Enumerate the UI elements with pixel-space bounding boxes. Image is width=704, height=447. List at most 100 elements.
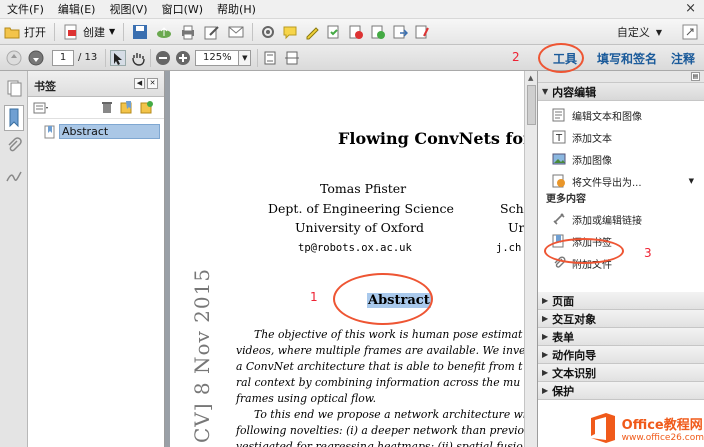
scrollbar-thumb[interactable] <box>527 85 536 125</box>
arrow-up-icon[interactable] <box>6 50 22 66</box>
section-label: 动作向导 <box>552 348 597 362</box>
add-text-icon: T <box>552 130 566 144</box>
author-university: University of Oxford <box>295 220 425 235</box>
abstract-line: following novelties: (i) a deeper networ… <box>236 424 530 437</box>
close-icon[interactable]: × <box>685 1 696 16</box>
paperclip-icon[interactable] <box>5 137 23 155</box>
tool-export-file[interactable]: 将文件导出为... ▼ <box>538 170 704 192</box>
print-icon[interactable] <box>180 24 196 40</box>
menu-view[interactable]: 视图(V) <box>102 0 154 19</box>
hand-icon[interactable] <box>130 50 146 66</box>
rotate-page-icon[interactable] <box>414 24 430 40</box>
menu-help[interactable]: 帮助(H) <box>210 0 263 19</box>
section-forms[interactable]: ▶ 表单 <box>538 328 704 346</box>
section-label: 保护 <box>552 384 575 398</box>
section-interactive-objects[interactable]: ▶ 交互对象 <box>538 310 704 328</box>
tab-fill-sign[interactable]: 填写和签名 <box>590 50 664 67</box>
zoom-in-icon[interactable] <box>175 50 191 66</box>
email-icon[interactable] <box>228 24 244 40</box>
delete-icon[interactable] <box>100 100 116 116</box>
stamp-icon[interactable] <box>326 24 342 40</box>
highlight-oval-abstract <box>333 273 433 325</box>
edit-icon[interactable] <box>204 24 220 40</box>
menu-window[interactable]: 窗口(W) <box>155 0 210 19</box>
collapsed-arrow-icon: ▶ <box>542 296 549 305</box>
bookmarks-header: 书签 ◀ ✕ <box>28 71 164 97</box>
section-text-recognition[interactable]: ▶ 文本识别 <box>538 364 704 382</box>
new-bookmark-icon[interactable] <box>120 100 136 116</box>
highlight-icon[interactable] <box>304 24 320 40</box>
page-thumbnails-icon[interactable] <box>5 79 23 97</box>
create-button[interactable]: 创建 ▼ <box>59 21 119 43</box>
second-author-email: j.ch <box>496 242 522 254</box>
tool-add-edit-link[interactable]: 添加或编辑链接 <box>538 208 704 230</box>
bookmark-label: Abstract <box>59 124 160 139</box>
select-cursor-icon[interactable] <box>110 49 127 66</box>
panel-controls: ◀ ✕ <box>134 78 158 89</box>
annotation-number-1: 1 <box>310 290 318 304</box>
close-panel-icon[interactable]: ✕ <box>147 78 158 89</box>
page-total: / 13 <box>78 52 98 63</box>
section-protection[interactable]: ▶ 保护 <box>538 382 704 400</box>
zoom-input[interactable]: 125% <box>195 49 240 66</box>
toolbar-divider <box>252 22 254 41</box>
chevron-down-icon: ▼ <box>109 27 116 36</box>
zoom-out-icon[interactable] <box>155 50 171 66</box>
abstract-line: To this end we propose a network archite… <box>254 408 527 421</box>
signature-icon[interactable] <box>5 167 23 185</box>
cloud-upload-icon[interactable] <box>156 24 172 40</box>
section-pages[interactable]: ▶ 页面 <box>538 292 704 310</box>
customize-menu[interactable]: 自定义 <box>617 24 650 40</box>
page-number-input[interactable]: 1 <box>52 49 74 66</box>
tool-add-text[interactable]: T 添加文本 <box>538 126 704 148</box>
second-author-line-2: Ur <box>508 220 525 235</box>
svg-text:T: T <box>555 133 563 144</box>
bookmarks-toolbar <box>28 97 164 119</box>
expand-icon[interactable] <box>682 24 698 40</box>
second-author-line-1: Sch <box>500 201 524 216</box>
tab-comment[interactable]: 注释 <box>664 50 702 67</box>
section-action-wizard[interactable]: ▶ 动作向导 <box>538 346 704 364</box>
paper-title: Flowing ConvNets for <box>338 129 530 148</box>
author-department: Dept. of Engineering Science <box>268 201 454 216</box>
fit-width-icon[interactable] <box>284 50 300 66</box>
bookmark-icon[interactable] <box>4 105 24 131</box>
comment-icon[interactable] <box>282 24 298 40</box>
toolbar-divider <box>123 22 125 41</box>
section-content-edit[interactable]: ▼ 内容编辑 <box>538 83 704 101</box>
expand-bookmark-icon[interactable] <box>140 100 156 116</box>
author-name: Tomas Pfister <box>320 181 407 196</box>
extract-page-icon[interactable] <box>392 24 409 40</box>
abstract-line: frames using optical flow. <box>236 392 377 405</box>
main-toolbar: 打开 创建 ▼ 自定义 ▼ <box>0 19 704 45</box>
abstract-line: a ConvNet architecture that is able to b… <box>236 360 523 373</box>
highlight-oval-add-bookmark <box>544 238 624 264</box>
office-logo-icon <box>591 413 615 443</box>
open-button[interactable]: 打开 <box>0 21 50 43</box>
gear-icon[interactable] <box>260 24 276 40</box>
insert-page-icon[interactable] <box>370 24 386 40</box>
delete-page-icon[interactable] <box>348 24 364 40</box>
document-viewport[interactable]: Flowing ConvNets for Tomas Pfister Dept.… <box>165 71 537 447</box>
watermark-url: www.office26.com <box>621 432 704 443</box>
tool-label: 添加图像 <box>572 155 612 167</box>
save-icon[interactable] <box>132 24 148 40</box>
scroll-up-icon[interactable]: ▲ <box>528 74 533 82</box>
vertical-scrollbar[interactable]: ▲ <box>524 71 537 447</box>
tool-edit-text-image[interactable]: 编辑文本和图像 <box>538 104 704 126</box>
menu-edit[interactable]: 编辑(E) <box>51 0 103 19</box>
menu-file[interactable]: 文件(F) <box>0 0 51 19</box>
options-menu-icon[interactable] <box>33 100 49 116</box>
fit-page-icon[interactable] <box>262 50 278 66</box>
collapse-panel-icon[interactable]: ◀ <box>134 78 145 89</box>
panel-menu-icon[interactable]: ▤ <box>691 72 700 81</box>
chevron-down-icon[interactable]: ▼ <box>239 49 252 66</box>
chevron-down-icon[interactable]: ▼ <box>656 28 662 37</box>
tool-add-image[interactable]: 添加图像 <box>538 148 704 170</box>
arrow-down-icon[interactable] <box>28 50 44 66</box>
bookmark-item[interactable]: Abstract <box>44 124 160 139</box>
folder-icon <box>4 24 20 40</box>
section-label: 文本识别 <box>552 366 597 380</box>
bookmarks-panel: 书签 ◀ ✕ Abstract <box>28 71 165 447</box>
section-label: 表单 <box>552 330 575 344</box>
